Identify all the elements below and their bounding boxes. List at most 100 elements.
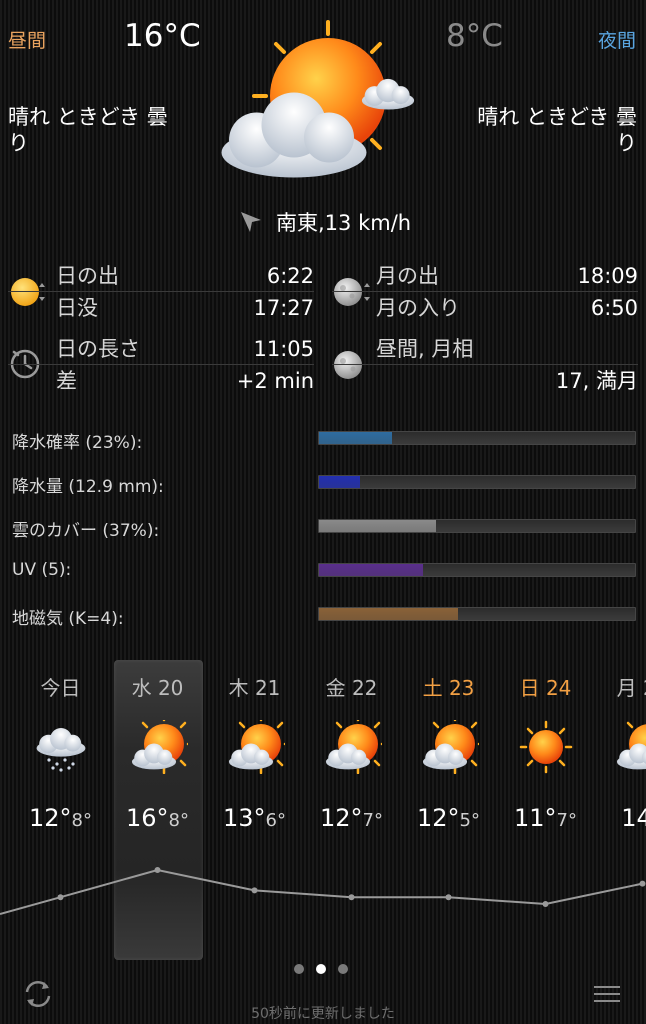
diff-label: 差 [56, 369, 77, 393]
moonphase-value: 17, 満月 [555, 369, 638, 393]
trend-point [639, 880, 646, 887]
moonphase-label: 昼間, 月相 [376, 337, 474, 361]
partly-cloudy-sun-icon [221, 20, 415, 178]
forecast-day[interactable]: 金 22 12°7° [303, 660, 400, 832]
precip-probability-bar [318, 431, 636, 445]
wind-direction-arrow-icon [241, 212, 261, 232]
forecast-day-name: 木 21 [228, 676, 281, 700]
moon-icon [334, 278, 370, 306]
indicator-row: 地磁気 (K=4): [12, 596, 638, 640]
precip-probability-label: 降水確率 (23%): [12, 433, 143, 453]
trend-point [542, 901, 549, 907]
partly-cloudy-sun-icon [128, 720, 188, 774]
forecast-low: 6° [265, 810, 286, 831]
forecast-high: 16° [126, 804, 169, 832]
forecast-day-name: 今日 [40, 676, 81, 700]
day-condition: 晴れ ときどき 曇り [8, 105, 168, 155]
moonrise-label: 月の出 [376, 264, 439, 288]
indicator-row: 降水確率 (23%): [12, 420, 638, 464]
forecast-day[interactable]: 土 23 12°5° [400, 660, 497, 832]
forecast-day[interactable]: 今日 12°8° [12, 660, 109, 832]
trend-point [251, 887, 258, 894]
partly-cloudy-sun-icon [225, 720, 285, 774]
precip-amount-label: 降水量 (12.9 mm): [12, 477, 164, 497]
forecast-high: 13° [223, 804, 266, 832]
trend-point [154, 867, 161, 873]
forecast-day[interactable]: 木 21 13°6° [206, 660, 303, 832]
night-label[interactable]: 夜間 [598, 26, 636, 53]
forecast-high: 12° [29, 804, 72, 832]
page-dot[interactable] [338, 964, 348, 974]
forecast-low: 7° [362, 810, 383, 831]
moon-phase-icon [334, 351, 362, 379]
sunrise-label: 日の出 [56, 264, 119, 288]
divider [332, 291, 638, 292]
sun-icon [519, 720, 572, 774]
sunset-value: 17:27 [253, 296, 314, 320]
moon-phase: 昼間, 月相 17, 満月 [376, 333, 638, 397]
geomagnetic-bar [318, 607, 636, 621]
sun-icon [11, 278, 45, 306]
cloud-cover-label: 雲のカバー (37%): [12, 521, 160, 541]
uv-bar [318, 563, 636, 577]
indicator-row: 降水量 (12.9 mm): [12, 464, 638, 508]
forecast-low: 5° [459, 810, 480, 831]
daylength-label: 日の長さ [56, 337, 140, 361]
daylength-value: 11:05 [253, 337, 314, 361]
trend-point [348, 894, 355, 901]
moon-times: 月の出 18:09 月の入り 6:50 [376, 260, 638, 324]
cloud-cover-bar [318, 519, 636, 533]
moonrise-value: 18:09 [577, 264, 638, 288]
page-dot[interactable] [294, 964, 304, 974]
last-updated-text: 50秒前に更新しました [251, 1006, 395, 1022]
wind-text: 南東,13 km/h [276, 211, 412, 235]
forecast-day[interactable]: 日 24 11°7° [497, 660, 594, 832]
page-indicator[interactable] [294, 964, 348, 974]
sunset-label: 日没 [56, 296, 98, 320]
wind-info: 南東,13 km/h [238, 206, 411, 238]
trend-point [57, 894, 64, 901]
divider [8, 291, 314, 292]
sun-times: 日の出 6:22 日没 17:27 [56, 260, 314, 324]
menu-icon[interactable] [592, 984, 622, 1004]
forecast-day-name: 土 23 [422, 676, 475, 700]
moonset-value: 6:50 [590, 296, 638, 320]
stopwatch-icon [10, 349, 40, 379]
forecast-day[interactable]: 月 25 14° [594, 660, 646, 832]
geomagnetic-label: 地磁気 (K=4): [12, 609, 124, 629]
forecast-low: 8° [168, 810, 189, 831]
uv-label: UV (5): [12, 560, 72, 580]
page-dot-active[interactable] [316, 964, 326, 974]
forecast-high: 12° [320, 804, 363, 832]
partly-cloudy-sun-icon [322, 720, 382, 774]
forecast-high: 12° [417, 804, 460, 832]
forecast-low: 8° [71, 810, 92, 831]
forecast-day-name: 日 24 [519, 676, 572, 700]
moonset-label: 月の入り [376, 296, 460, 320]
night-condition: 晴れ ときどき 曇り [477, 105, 637, 155]
forecast-high: 11° [514, 804, 557, 832]
day-length: 日の長さ 11:05 差 +2 min [56, 333, 314, 397]
divider [8, 364, 314, 365]
forecast-day-name: 水 20 [131, 676, 184, 700]
forecast-low: 7° [556, 810, 577, 831]
night-temperature: 8°C [446, 18, 503, 54]
trend-point [445, 894, 452, 901]
divider [332, 364, 638, 365]
forecast-high: 14° [621, 804, 646, 832]
day-label[interactable]: 昼間 [8, 26, 46, 53]
forecast-day-selected[interactable]: 水 20 16°8° [109, 660, 206, 832]
day-temperature: 16°C [124, 18, 201, 54]
sunrise-value: 6:22 [266, 264, 314, 288]
diff-value: +2 min [236, 369, 314, 393]
forecast-day-name: 月 25 [616, 676, 646, 700]
forecast-day-name: 金 22 [325, 676, 378, 700]
temperature-trend-line [0, 867, 646, 915]
partly-cloudy-sun-icon [613, 720, 646, 774]
weather-indicators: 降水確率 (23%): 降水量 (12.9 mm): 雲のカバー (37%): … [12, 420, 638, 640]
partly-cloudy-sun-icon [419, 720, 479, 774]
snow-cloud-icon [36, 728, 85, 772]
indicator-row: 雲のカバー (37%): [12, 508, 638, 552]
precip-amount-bar [318, 475, 636, 489]
indicator-row: UV (5): [12, 552, 638, 596]
